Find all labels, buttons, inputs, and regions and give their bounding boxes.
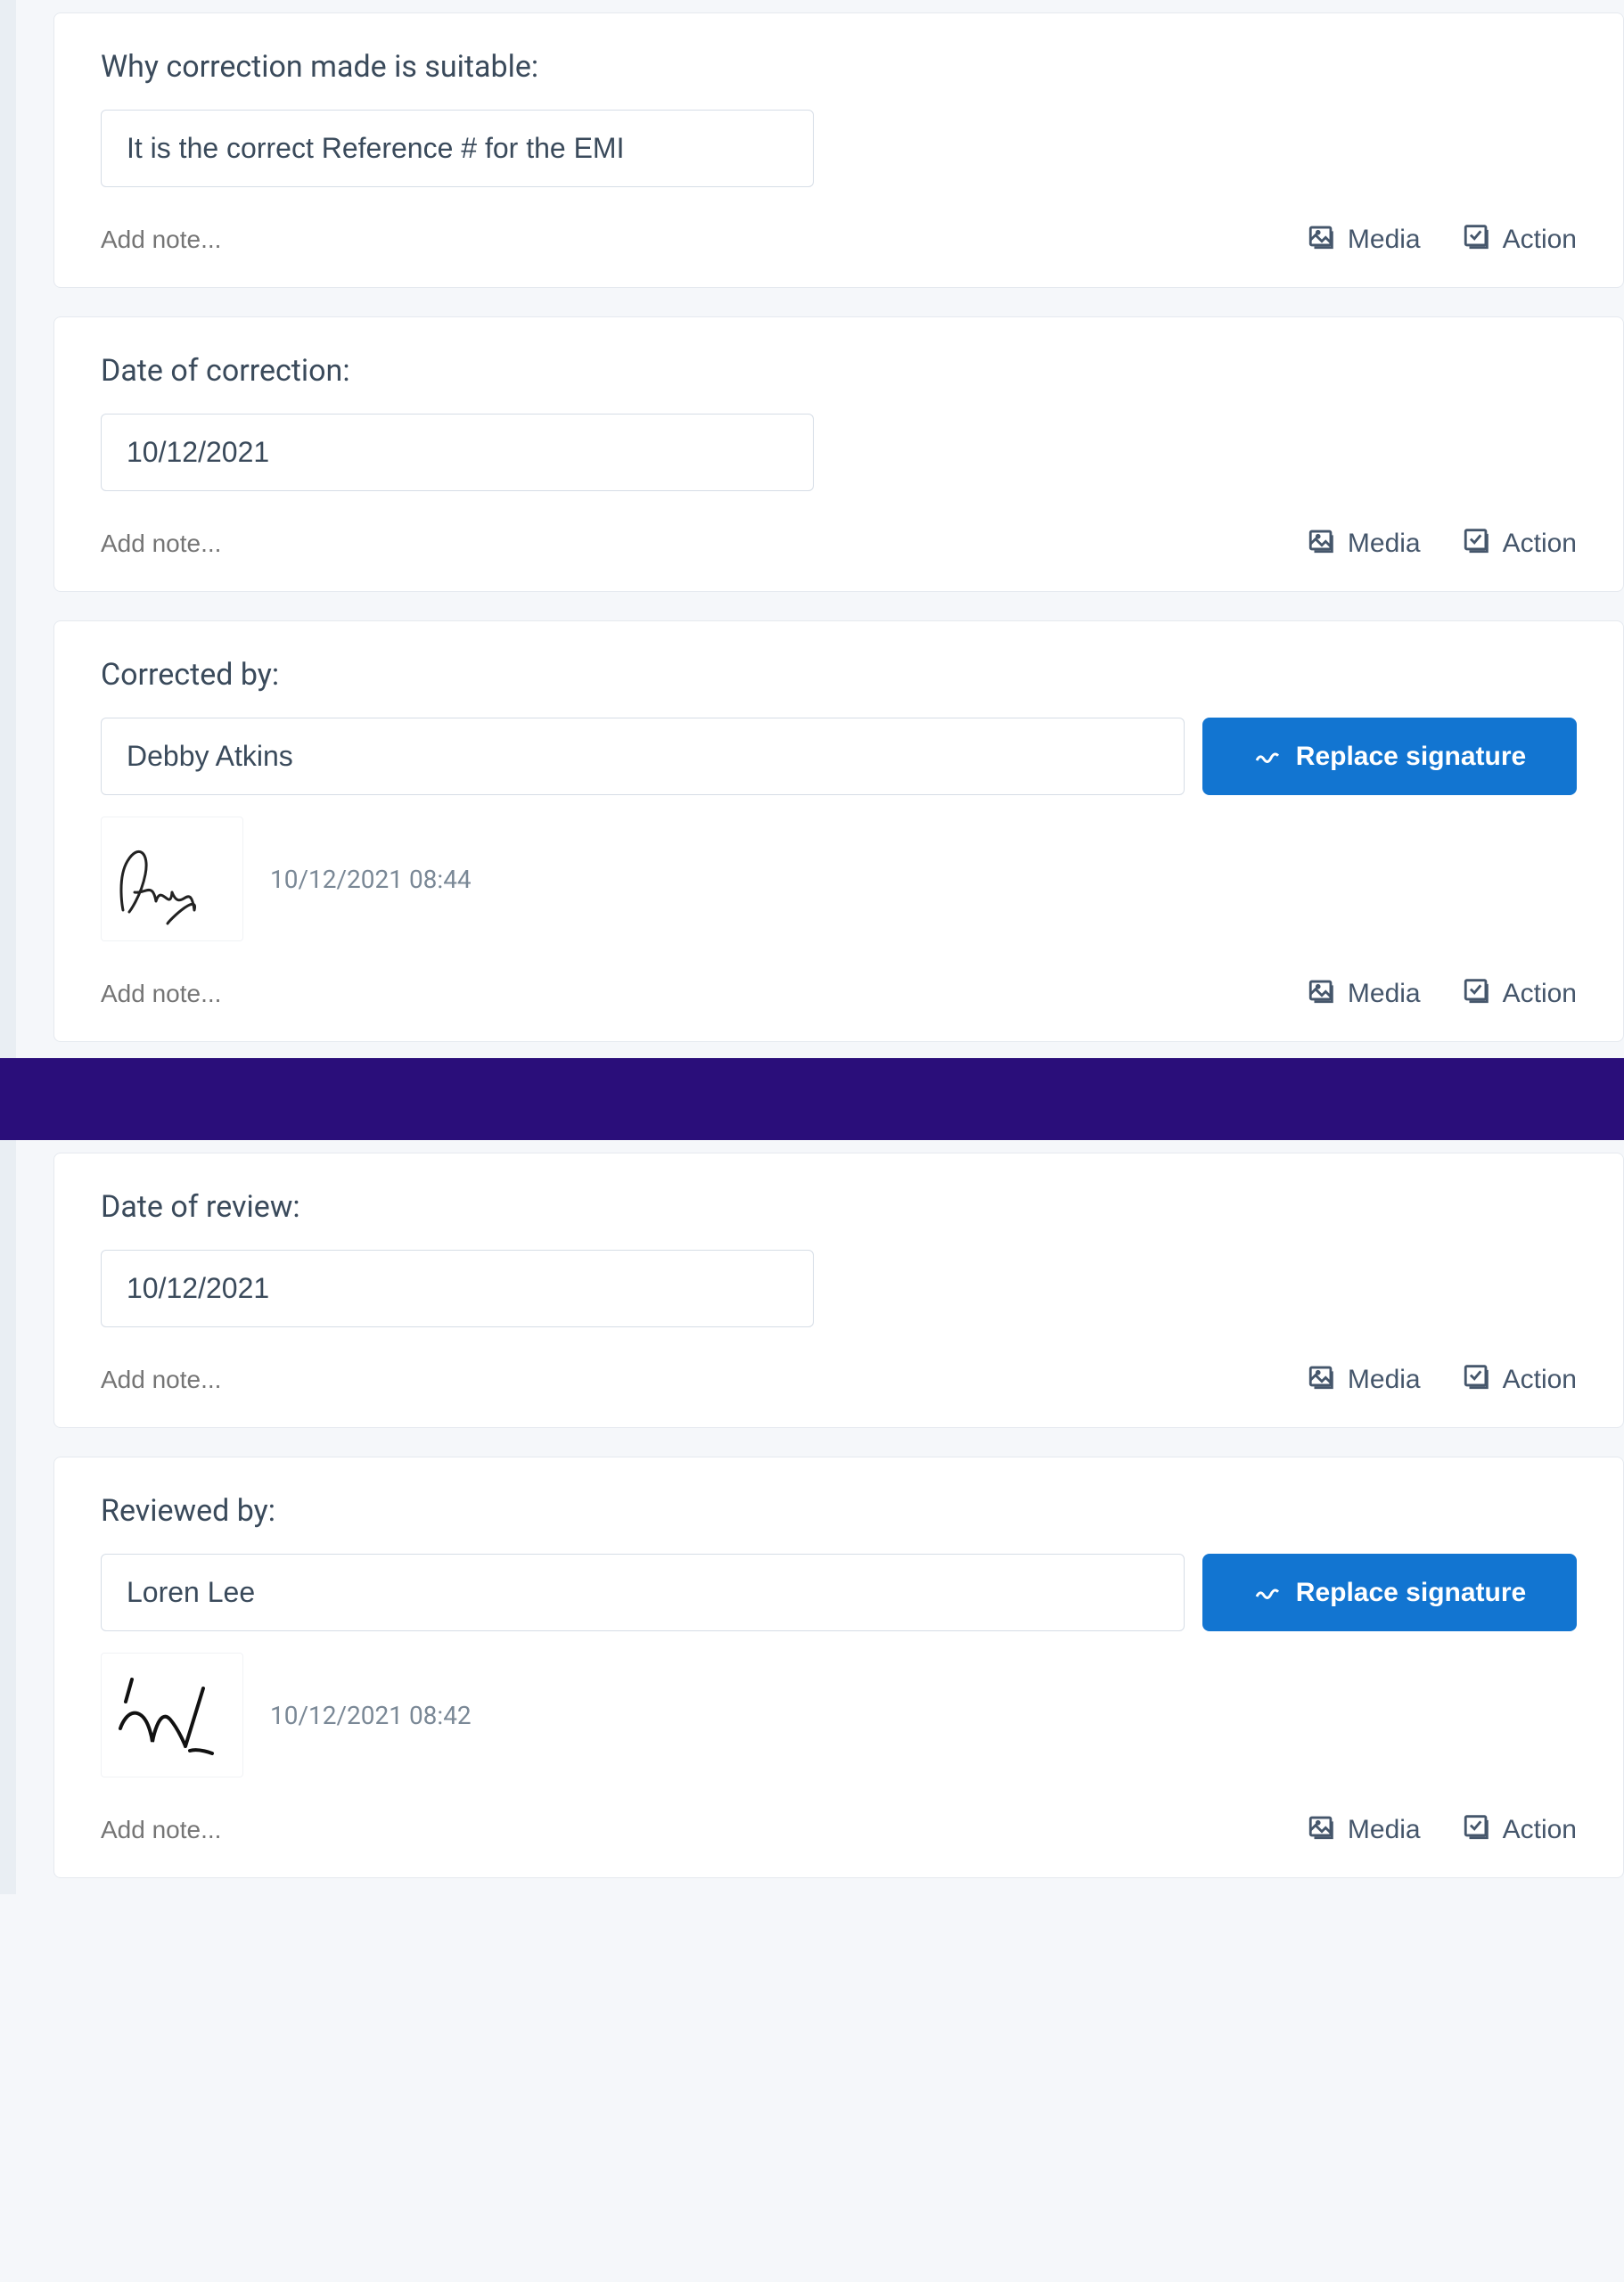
media-icon — [1307, 1811, 1337, 1849]
media-button[interactable]: Media — [1307, 1361, 1421, 1399]
action-icon — [1462, 221, 1492, 259]
input-date-review[interactable] — [101, 1250, 814, 1327]
media-label: Media — [1348, 529, 1421, 559]
add-note-input[interactable] — [101, 526, 422, 562]
label-date-correction: Date of correction: — [101, 353, 1577, 389]
signature-timestamp-corrected-by: 10/12/2021 08:44 — [270, 865, 472, 894]
action-label: Action — [1503, 979, 1577, 1009]
card-corrected-by: Corrected by: Replace signature 10/12/20… — [53, 620, 1624, 1042]
media-button[interactable]: Media — [1307, 975, 1421, 1013]
media-label: Media — [1348, 1365, 1421, 1395]
label-date-review: Date of review: — [101, 1189, 1577, 1225]
add-note-input[interactable] — [101, 222, 422, 258]
input-corrected-by-name[interactable] — [101, 718, 1185, 795]
signature-image-reviewed-by — [101, 1653, 243, 1777]
action-button[interactable]: Action — [1462, 1361, 1577, 1399]
action-label: Action — [1503, 1815, 1577, 1845]
label-reviewed-by: Reviewed by: — [101, 1493, 1577, 1529]
replace-signature-label: Replace signature — [1296, 742, 1526, 772]
media-label: Media — [1348, 225, 1421, 255]
action-button[interactable]: Action — [1462, 221, 1577, 259]
signature-pen-icon — [1253, 739, 1282, 775]
add-note-input[interactable] — [101, 1812, 422, 1848]
signature-timestamp-reviewed-by: 10/12/2021 08:42 — [270, 1701, 472, 1730]
media-icon — [1307, 1361, 1337, 1399]
action-icon — [1462, 975, 1492, 1013]
card-suitability: Why correction made is suitable: Media — [53, 12, 1624, 288]
media-button[interactable]: Media — [1307, 1811, 1421, 1849]
action-label: Action — [1503, 225, 1577, 255]
media-label: Media — [1348, 979, 1421, 1009]
action-icon — [1462, 525, 1492, 562]
action-button[interactable]: Action — [1462, 525, 1577, 562]
action-button[interactable]: Action — [1462, 975, 1577, 1013]
signature-image-corrected-by — [101, 817, 243, 941]
replace-signature-button[interactable]: Replace signature — [1202, 1554, 1577, 1631]
action-icon — [1462, 1361, 1492, 1399]
media-icon — [1307, 525, 1337, 562]
card-reviewed-by: Reviewed by: Replace signature 10/12/202… — [53, 1457, 1624, 1878]
action-button[interactable]: Action — [1462, 1811, 1577, 1849]
action-label: Action — [1503, 529, 1577, 559]
section-divider — [0, 1058, 1624, 1140]
add-note-input[interactable] — [101, 976, 422, 1012]
media-button[interactable]: Media — [1307, 221, 1421, 259]
add-note-input[interactable] — [101, 1362, 422, 1398]
media-icon — [1307, 975, 1337, 1013]
action-icon — [1462, 1811, 1492, 1849]
label-corrected-by: Corrected by: — [101, 657, 1577, 693]
replace-signature-button[interactable]: Replace signature — [1202, 718, 1577, 795]
input-date-correction[interactable] — [101, 414, 814, 491]
media-icon — [1307, 221, 1337, 259]
media-button[interactable]: Media — [1307, 525, 1421, 562]
card-date-review: Date of review: Media — [53, 1153, 1624, 1428]
input-reviewed-by-name[interactable] — [101, 1554, 1185, 1631]
media-label: Media — [1348, 1815, 1421, 1845]
replace-signature-label: Replace signature — [1296, 1578, 1526, 1608]
input-suitability[interactable] — [101, 110, 814, 187]
label-suitability: Why correction made is suitable: — [101, 49, 1577, 85]
card-date-correction: Date of correction: Media — [53, 316, 1624, 592]
action-label: Action — [1503, 1365, 1577, 1395]
signature-pen-icon — [1253, 1575, 1282, 1611]
